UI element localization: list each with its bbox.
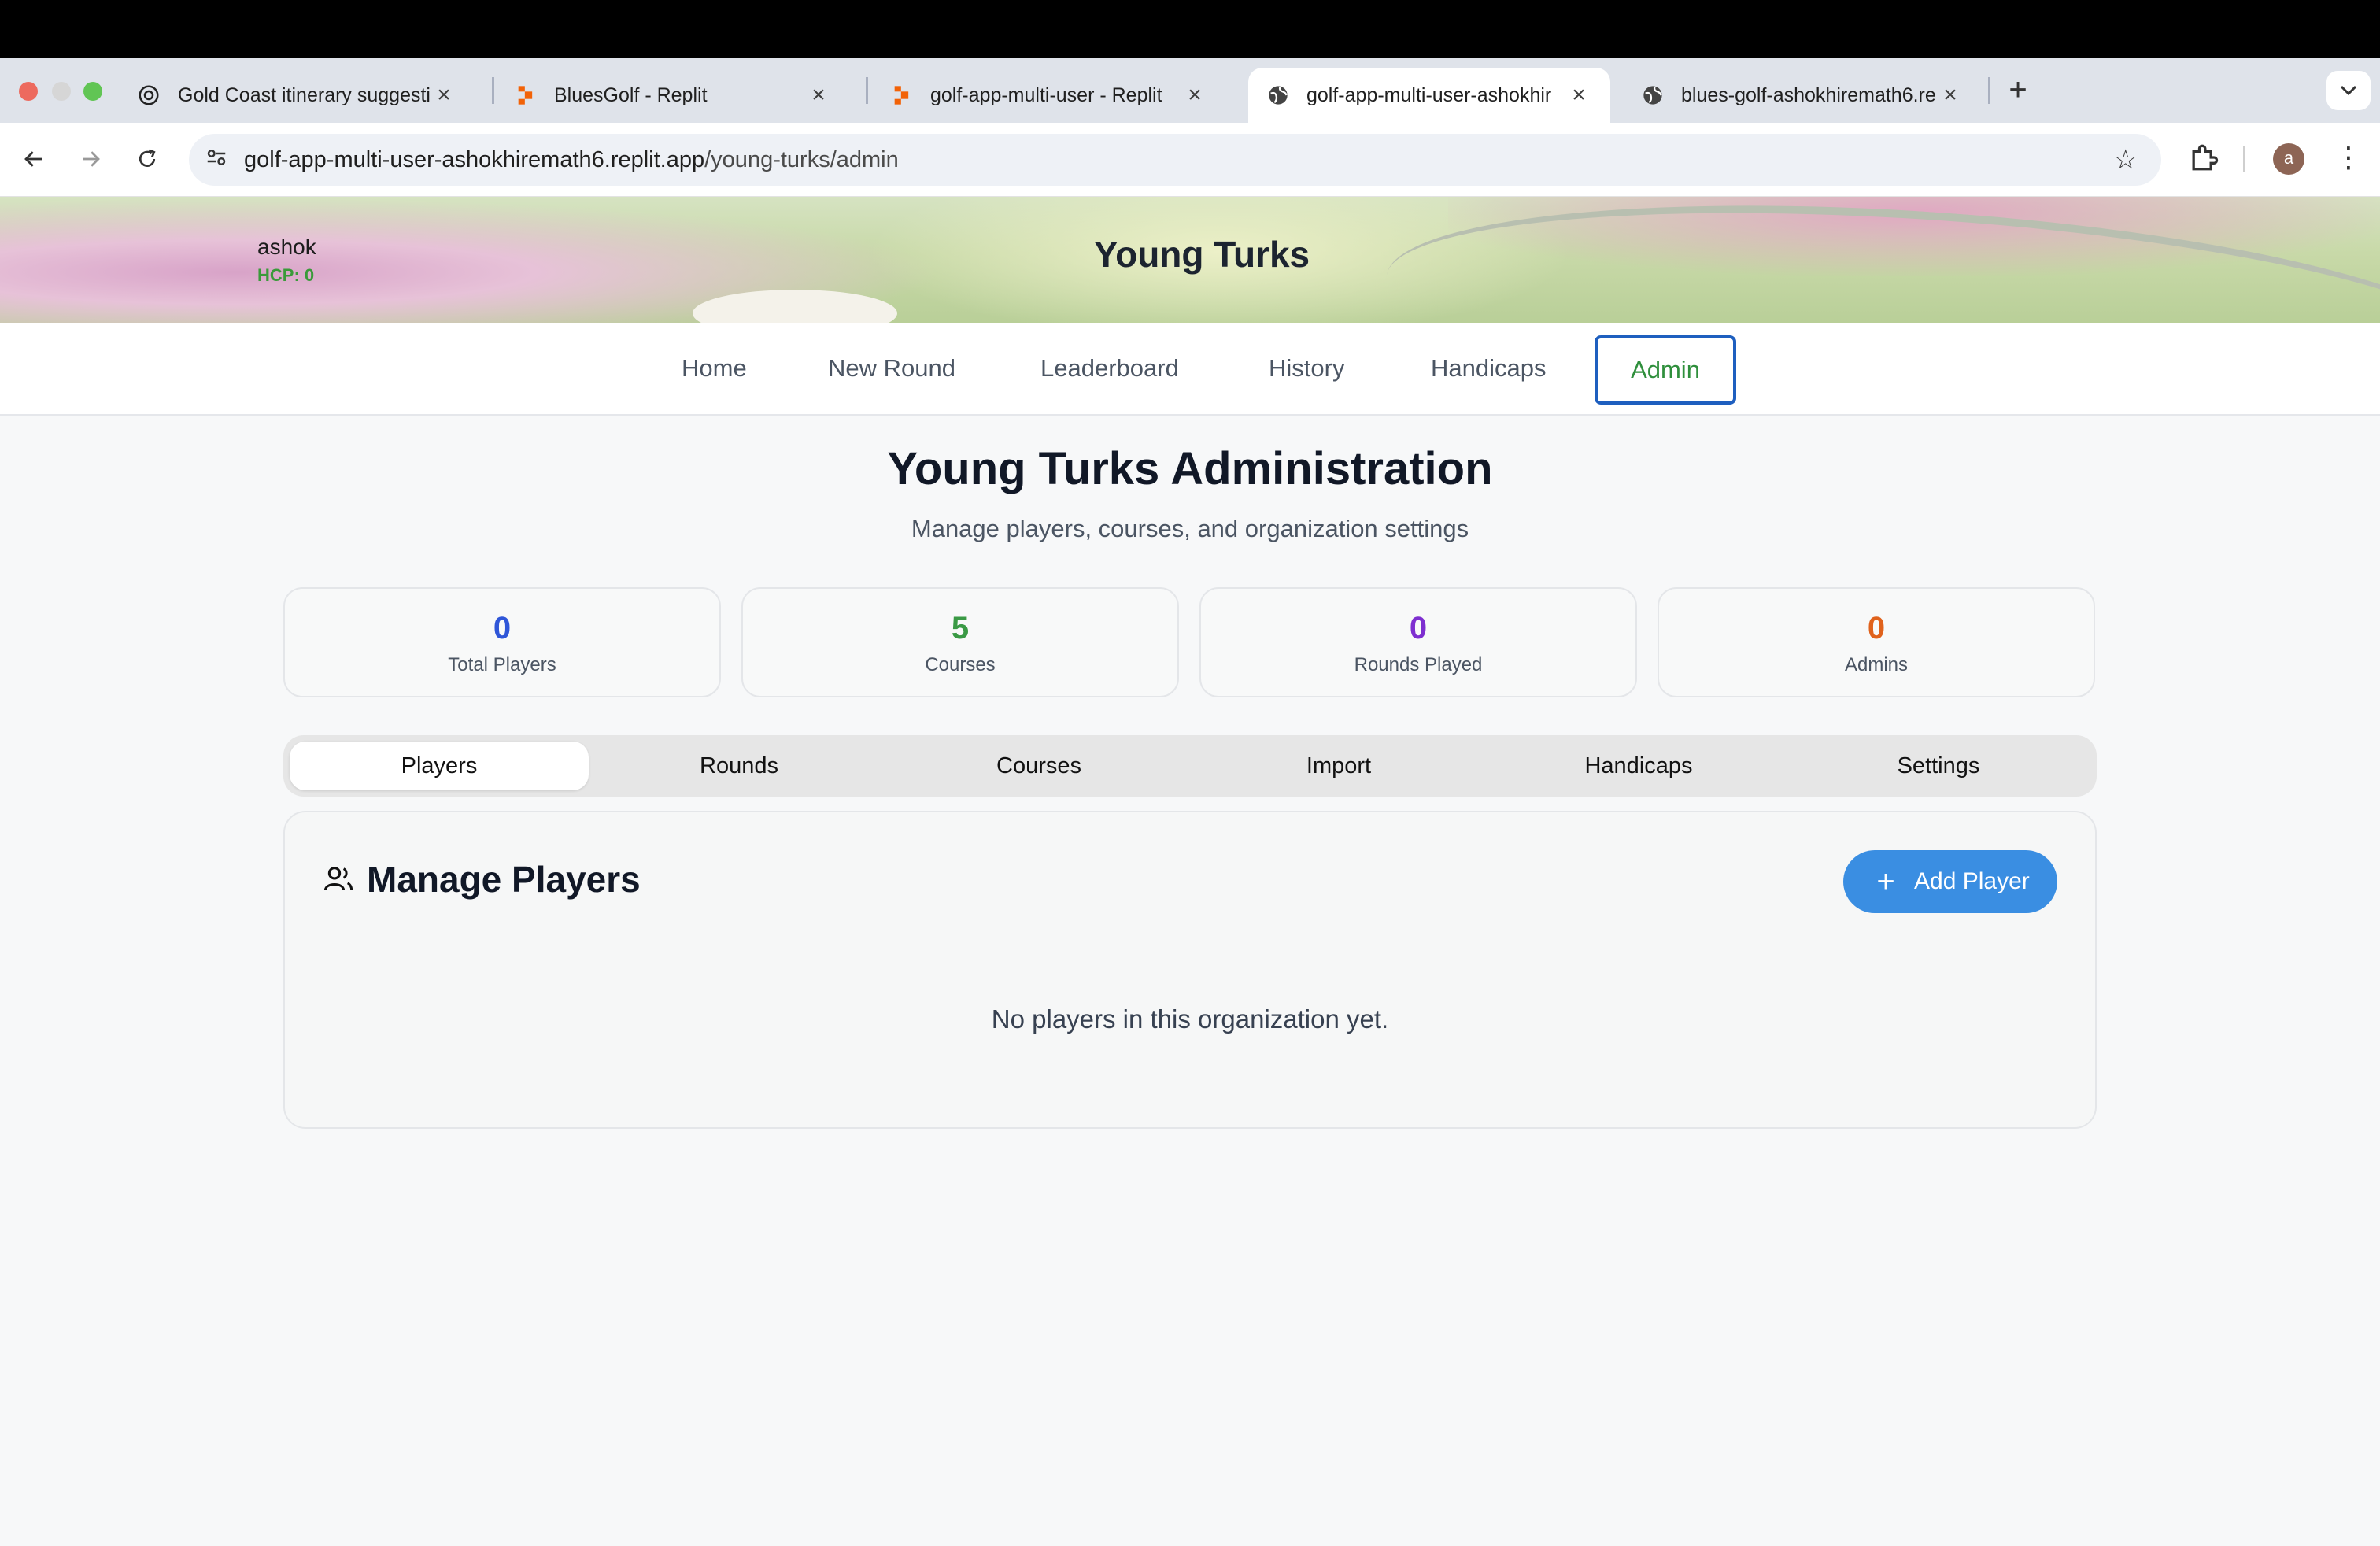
new-tab-button[interactable]: +	[2002, 72, 2034, 107]
globe-icon	[1643, 86, 1662, 105]
tab-search-button[interactable]	[2326, 71, 2371, 110]
address-bar[interactable]: golf-app-multi-user-ashokhiremath6.repli…	[189, 134, 2161, 186]
browser-tab[interactable]: BluesGolf - Replit ×	[496, 68, 850, 123]
tab-title: golf-app-multi-user - Replit	[930, 83, 1162, 106]
screen-top-bar	[0, 0, 2380, 58]
back-button[interactable]	[14, 139, 54, 179]
add-player-label: Add Player	[1914, 868, 2030, 894]
nav-leaderboard[interactable]: Leaderboard	[1040, 350, 1179, 387]
stat-value: 0	[1867, 611, 1886, 645]
page-subtitle: Manage players, courses, and organizatio…	[911, 515, 1469, 542]
tab-separator	[492, 77, 494, 104]
bookmark-star-icon[interactable]: ☆	[2114, 144, 2138, 176]
forward-button[interactable]	[71, 139, 110, 179]
stat-label: Courses	[925, 654, 996, 675]
arrow-left-icon	[24, 151, 42, 167]
reload-icon	[139, 149, 156, 167]
arrow-right-icon	[83, 151, 100, 167]
window-close-button[interactable]	[19, 82, 38, 101]
stat-label: Rounds Played	[1354, 654, 1483, 675]
stat-card-total-players: 0 Total Players	[283, 587, 721, 697]
browser-tab[interactable]: Gold Coast itinerary suggestio ×	[118, 68, 475, 123]
stat-value: 0	[1409, 611, 1428, 645]
tab-title: golf-app-multi-user-ashokhir	[1306, 83, 1552, 106]
stat-value: 5	[951, 611, 970, 645]
reload-button[interactable]	[128, 139, 167, 179]
empty-state-message: No players in this organization yet.	[991, 1004, 1389, 1034]
nav-history[interactable]: History	[1269, 350, 1344, 387]
nav-admin[interactable]: Admin	[1595, 335, 1736, 405]
close-icon[interactable]: ×	[1938, 82, 1963, 109]
nav-handicaps[interactable]: Handicaps	[1431, 350, 1546, 387]
browser-tab[interactable]: golf-app-multi-user - Replit ×	[872, 68, 1226, 123]
stat-card-courses: 5 Courses	[741, 587, 1179, 697]
main-nav	[0, 323, 2380, 416]
tab-title: BluesGolf - Replit	[554, 83, 708, 106]
globe-icon	[1269, 86, 1288, 105]
tab-rounds[interactable]: Rounds	[589, 742, 889, 790]
replit-icon	[894, 86, 909, 105]
tab-courses[interactable]: Courses	[889, 742, 1188, 790]
url-path: /young-turks/admin	[704, 146, 899, 172]
panel-title: Manage Players	[367, 859, 641, 900]
close-icon[interactable]: ×	[1566, 82, 1591, 109]
plus-icon: +	[1876, 864, 1895, 899]
nav-new-round[interactable]: New Round	[828, 350, 955, 387]
extensions-icon[interactable]	[2186, 140, 2221, 175]
site-settings-icon[interactable]	[189, 146, 244, 175]
more-menu-icon[interactable]: ⋮	[2334, 140, 2363, 175]
profile-avatar[interactable]: a	[2273, 143, 2304, 175]
stat-card-rounds-played: 0 Rounds Played	[1199, 587, 1637, 697]
stat-card-admins: 0 Admins	[1658, 587, 2095, 697]
window-maximize-button[interactable]	[83, 82, 102, 101]
url-text: golf-app-multi-user-ashokhiremath6.repli…	[244, 147, 899, 173]
chatgpt-icon	[139, 85, 159, 105]
close-icon[interactable]: ×	[431, 82, 456, 109]
chevron-down-icon	[2340, 85, 2357, 96]
tab-settings[interactable]: Settings	[1789, 742, 2088, 790]
page-title: Young Turks Administration	[887, 443, 1493, 494]
add-player-button[interactable]: + Add Player	[1843, 850, 2057, 913]
window-minimize-button[interactable]	[52, 82, 71, 101]
browser-tab-active[interactable]: golf-app-multi-user-ashokhir ×	[1248, 68, 1610, 123]
close-icon[interactable]: ×	[806, 82, 831, 109]
browser-tab[interactable]: blues-golf-ashokhiremath6.re ×	[1623, 68, 1982, 123]
replit-icon	[518, 86, 533, 105]
tab-separator	[1988, 77, 1990, 104]
tab-title: blues-golf-ashokhiremath6.re	[1681, 83, 1936, 106]
toolbar-separator	[2243, 146, 2245, 172]
tab-handicaps[interactable]: Handicaps	[1489, 742, 1788, 790]
stat-value: 0	[493, 611, 512, 645]
nav-home[interactable]: Home	[682, 350, 747, 387]
tab-players[interactable]: Players	[290, 742, 589, 790]
app-title: Young Turks	[1093, 234, 1310, 275]
stat-label: Admins	[1844, 654, 1909, 675]
tab-import[interactable]: Import	[1189, 742, 1488, 790]
url-host: golf-app-multi-user-ashokhiremath6.repli…	[244, 146, 705, 172]
tab-title: Gold Coast itinerary suggestio	[178, 83, 431, 106]
close-icon[interactable]: ×	[1182, 82, 1207, 109]
stat-label: Total Players	[448, 654, 556, 675]
tab-separator	[866, 77, 868, 104]
users-icon	[323, 863, 354, 894]
